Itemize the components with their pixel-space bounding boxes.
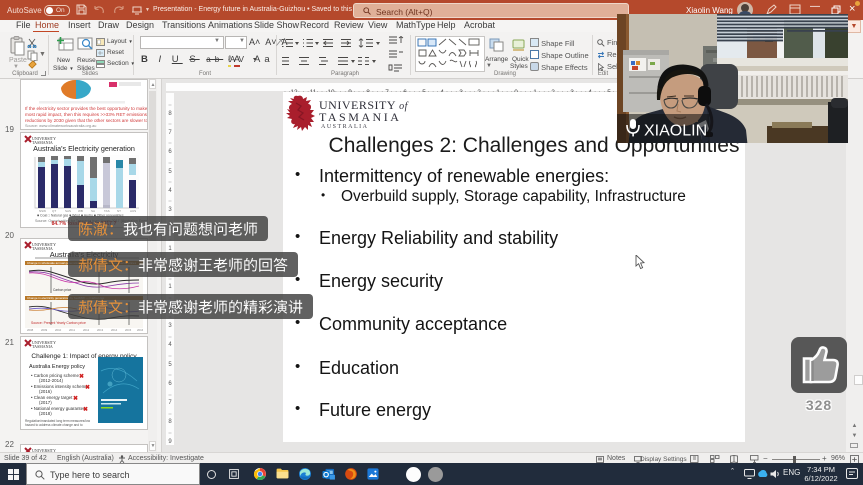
svg-text:5: 5 bbox=[168, 169, 172, 175]
svg-text:2011: 2011 bbox=[69, 328, 75, 332]
svg-text:Source: Present Yearly Carbon: Source: Present Yearly Carbon price bbox=[31, 321, 86, 325]
svg-text:Carbon price: Carbon price bbox=[53, 288, 71, 292]
svg-text:TAS: TAS bbox=[104, 209, 110, 213]
svg-text:2013: 2013 bbox=[97, 328, 104, 332]
svg-text:reductions by 2030 given that: reductions by 2030 given that the other … bbox=[25, 118, 147, 123]
svg-text:Australia's Electricity genera: Australia's Electricity generation bbox=[33, 144, 135, 153]
svg-text:4: 4 bbox=[168, 188, 172, 194]
svg-text:2015: 2015 bbox=[125, 328, 132, 332]
svg-text:4: 4 bbox=[168, 342, 172, 348]
svg-text:7: 7 bbox=[168, 400, 172, 406]
svg-text:6: 6 bbox=[168, 381, 172, 387]
svg-text:8: 8 bbox=[168, 111, 172, 117]
svg-text:✖: ✖ bbox=[83, 406, 88, 413]
svg-text:8: 8 bbox=[168, 419, 172, 425]
svg-text:SAS: SAS bbox=[65, 209, 71, 213]
svg-text:XIAOLIN: XIAOLIN bbox=[644, 123, 707, 140]
svg-text:(2017): (2017) bbox=[39, 400, 52, 405]
svg-text:most rapid impact, then this r: most rapid impact, then this requires >>… bbox=[25, 112, 147, 117]
svg-text:6: 6 bbox=[168, 149, 172, 155]
svg-text:2008: 2008 bbox=[27, 328, 34, 332]
svg-text:• Clean energy target: • Clean energy target bbox=[31, 395, 73, 400]
svg-text:(2018): (2018) bbox=[39, 411, 52, 416]
svg-text:NSW: NSW bbox=[39, 209, 46, 213]
svg-text:✖: ✖ bbox=[85, 384, 90, 391]
svg-text:Australia Energy policy: Australia Energy policy bbox=[29, 364, 85, 370]
svg-text:hazard to address climate chan: hazard to address climate change and to bbox=[25, 423, 83, 427]
svg-text:2016: 2016 bbox=[137, 328, 144, 332]
svg-text:(2012-2014): (2012-2014) bbox=[39, 378, 63, 383]
svg-text:AUS: AUS bbox=[130, 209, 136, 213]
svg-text:2014: 2014 bbox=[111, 328, 118, 332]
svg-text:✖: ✖ bbox=[79, 373, 84, 380]
svg-text:QT: QT bbox=[52, 209, 56, 213]
svg-text:TASMANIA: TASMANIA bbox=[32, 344, 53, 349]
svg-text:3: 3 bbox=[168, 207, 172, 213]
svg-text:If the electricity sector prov: If the electricity sector provides the b… bbox=[25, 106, 147, 111]
svg-text:WB: WB bbox=[78, 209, 83, 213]
svg-text:✖: ✖ bbox=[73, 395, 78, 402]
svg-text:Source: www.climateworksaustra: Source: www.climateworksaustralia.org.au bbox=[25, 124, 96, 128]
svg-text:(2016): (2016) bbox=[39, 389, 52, 394]
svg-text:NT: NT bbox=[117, 209, 121, 213]
svg-text:1: 1 bbox=[168, 284, 172, 290]
svg-text:2012: 2012 bbox=[83, 328, 90, 332]
svg-text:2010: 2010 bbox=[55, 328, 62, 332]
svg-text:SA: SA bbox=[91, 209, 95, 213]
svg-text:2009: 2009 bbox=[41, 328, 48, 332]
svg-text:5: 5 bbox=[168, 362, 172, 368]
svg-text:7: 7 bbox=[168, 130, 172, 136]
svg-text:3: 3 bbox=[168, 323, 172, 329]
svg-text:9: 9 bbox=[168, 439, 172, 445]
